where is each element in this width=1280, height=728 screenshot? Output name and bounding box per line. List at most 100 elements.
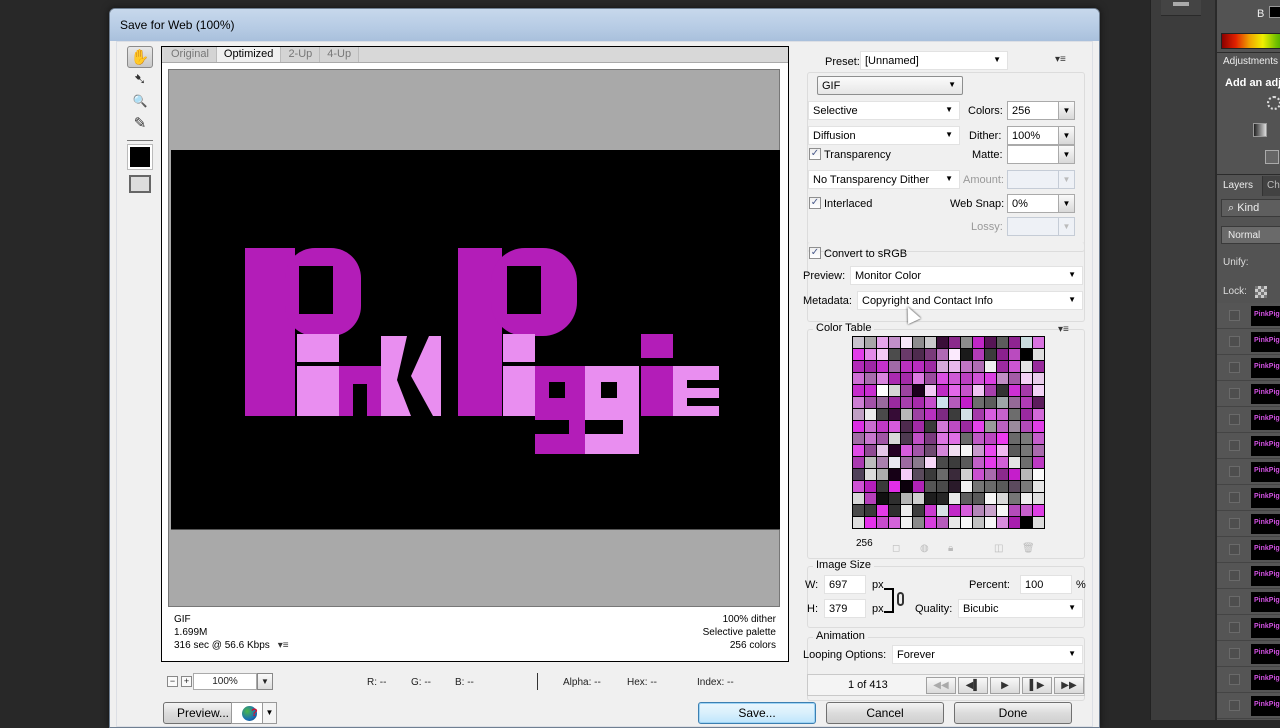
canvas-area[interactable]: [168, 69, 780, 607]
optimize-menu-icon[interactable]: ▾≡: [1055, 54, 1066, 65]
color-swatch[interactable]: [925, 337, 936, 348]
color-swatch[interactable]: [1033, 373, 1044, 384]
looping-options-select[interactable]: Forever ▼: [892, 645, 1083, 664]
transparency-dither-select[interactable]: No Transparency Dither ▼: [808, 170, 960, 189]
colors-dropdown-arrow[interactable]: ▼: [1058, 102, 1074, 119]
color-swatch[interactable]: [901, 361, 912, 372]
optimized-image-preview[interactable]: [171, 150, 780, 530]
color-swatch[interactable]: [877, 481, 888, 492]
color-swatch[interactable]: [877, 373, 888, 384]
color-swatch[interactable]: [1021, 361, 1032, 372]
color-swatch[interactable]: [997, 349, 1008, 360]
color-swatch[interactable]: [1033, 349, 1044, 360]
color-swatch[interactable]: [913, 517, 924, 528]
color-swatch[interactable]: [985, 493, 996, 504]
layer-row[interactable]: PinkPiggie: [1217, 537, 1280, 563]
color-swatch[interactable]: [997, 361, 1008, 372]
layer-visibility-toggle[interactable]: [1229, 518, 1240, 529]
lock-color-icon[interactable]: 🔒︎: [948, 543, 953, 554]
color-swatch[interactable]: [1009, 457, 1020, 468]
layer-row[interactable]: PinkPiggie: [1217, 641, 1280, 667]
tab-4-up[interactable]: 4-Up: [320, 47, 360, 62]
layer-visibility-toggle[interactable]: [1229, 596, 1240, 607]
color-swatch[interactable]: [865, 409, 876, 420]
color-swatch[interactable]: [865, 397, 876, 408]
color-swatch[interactable]: [901, 421, 912, 432]
dialog-titlebar[interactable]: Save for Web (100%): [110, 9, 1099, 41]
color-swatch[interactable]: [973, 445, 984, 456]
channels-tab[interactable]: Channels: [1263, 176, 1280, 196]
color-swatch[interactable]: [877, 361, 888, 372]
color-swatch[interactable]: [913, 505, 924, 516]
color-swatch[interactable]: [877, 409, 888, 420]
metadata-select[interactable]: Copyright and Contact Info ▼: [857, 291, 1083, 310]
color-swatch[interactable]: [925, 361, 936, 372]
dither-combo[interactable]: 100% ▼: [1007, 126, 1075, 145]
color-swatch[interactable]: [937, 361, 948, 372]
color-swatch[interactable]: [925, 409, 936, 420]
color-swatch[interactable]: [865, 457, 876, 468]
color-swatch[interactable]: [889, 385, 900, 396]
color-swatch[interactable]: [985, 481, 996, 492]
color-swatch[interactable]: [1021, 373, 1032, 384]
color-swatch[interactable]: [973, 421, 984, 432]
color-swatch[interactable]: [925, 481, 936, 492]
tab-2-up[interactable]: 2-Up: [281, 47, 321, 62]
layer-visibility-toggle[interactable]: [1229, 544, 1240, 555]
panel-collapse-button[interactable]: [1161, 0, 1201, 16]
color-swatch[interactable]: [973, 457, 984, 468]
color-swatch[interactable]: [925, 373, 936, 384]
color-swatch[interactable]: [949, 337, 960, 348]
colors-combo[interactable]: 256 ▼: [1007, 101, 1075, 120]
lock-transparent-pixels-icon[interactable]: [1255, 286, 1267, 298]
tab-optimized[interactable]: Optimized: [216, 47, 282, 62]
color-swatch[interactable]: [1009, 517, 1020, 528]
color-swatch[interactable]: [937, 493, 948, 504]
download-speed-menu-icon[interactable]: ▾≡: [278, 640, 289, 651]
color-swatch[interactable]: [865, 373, 876, 384]
color-swatch[interactable]: [937, 409, 948, 420]
color-swatch[interactable]: [877, 469, 888, 480]
color-swatch[interactable]: [961, 481, 972, 492]
color-swatch[interactable]: [913, 433, 924, 444]
color-swatch[interactable]: [961, 409, 972, 420]
color-swatch[interactable]: [961, 385, 972, 396]
color-swatch[interactable]: [913, 493, 924, 504]
color-swatch[interactable]: [997, 433, 1008, 444]
color-swatch[interactable]: [913, 349, 924, 360]
color-swatch[interactable]: [913, 337, 924, 348]
color-swatch[interactable]: [1033, 337, 1044, 348]
color-table-grid[interactable]: [852, 336, 1045, 529]
color-swatch[interactable]: [1021, 481, 1032, 492]
color-swatch[interactable]: [961, 337, 972, 348]
eyedropper-color-swatch[interactable]: [127, 144, 153, 170]
color-swatch[interactable]: [1033, 505, 1044, 516]
color-swatch[interactable]: [901, 409, 912, 420]
color-swatch[interactable]: [1021, 517, 1032, 528]
color-swatch[interactable]: [853, 421, 864, 432]
color-swatch[interactable]: [961, 433, 972, 444]
color-swatch[interactable]: [997, 505, 1008, 516]
color-swatch[interactable]: [901, 457, 912, 468]
color-swatch[interactable]: [877, 433, 888, 444]
color-swatch[interactable]: [949, 421, 960, 432]
color-swatch[interactable]: [949, 517, 960, 528]
color-swatch[interactable]: [961, 373, 972, 384]
color-swatch[interactable]: [1009, 445, 1020, 456]
color-swatch[interactable]: [949, 385, 960, 396]
color-swatch[interactable]: [913, 469, 924, 480]
color-swatch[interactable]: [865, 349, 876, 360]
color-swatch[interactable]: [913, 409, 924, 420]
color-table-menu-icon[interactable]: ▾≡: [1058, 324, 1069, 335]
layer-visibility-toggle[interactable]: [1229, 362, 1240, 373]
color-swatch[interactable]: [901, 445, 912, 456]
color-swatch[interactable]: [865, 493, 876, 504]
color-swatch[interactable]: [865, 385, 876, 396]
brightness-contrast-icon[interactable]: [1267, 96, 1280, 110]
color-swatch[interactable]: [973, 481, 984, 492]
color-swatch[interactable]: [961, 517, 972, 528]
color-swatch[interactable]: [937, 337, 948, 348]
layer-row[interactable]: PinkPiggie: [1217, 589, 1280, 615]
color-swatch[interactable]: [997, 481, 1008, 492]
zoom-tool-button[interactable]: 🔍: [127, 90, 153, 112]
